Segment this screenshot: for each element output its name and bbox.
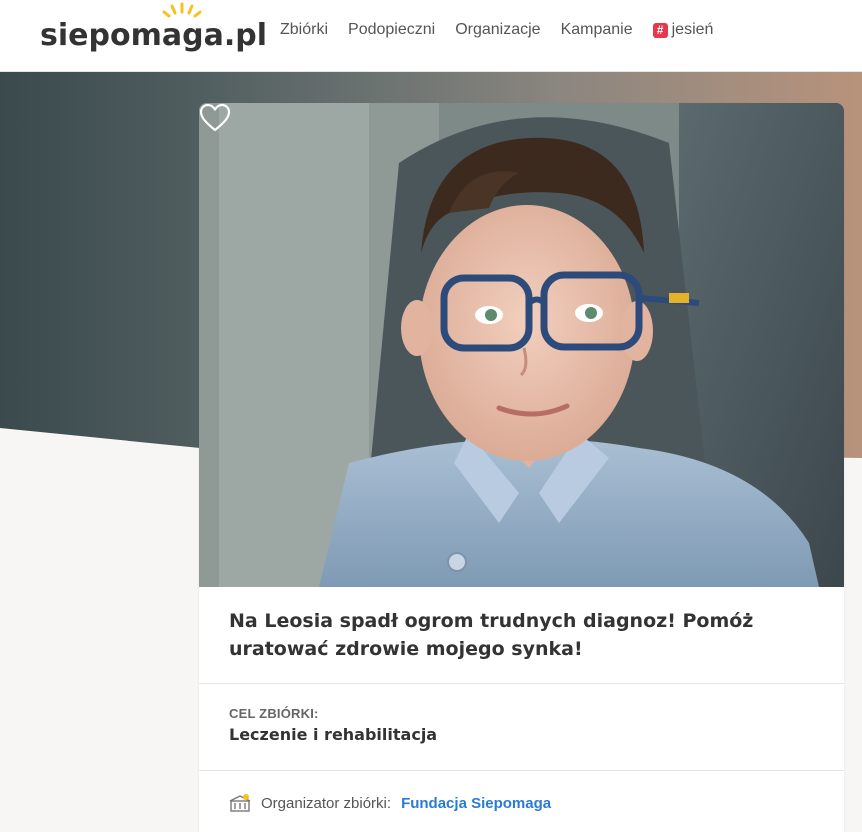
favorite-heart-icon[interactable]: [199, 103, 231, 133]
nav-item-kampanie[interactable]: Kampanie: [561, 18, 633, 42]
nav-item-zbiorki[interactable]: Zbiórki: [280, 18, 328, 42]
logo-text: siepomaga.pl: [40, 18, 267, 53]
nav-item-organizacje[interactable]: Organizacje: [455, 18, 540, 42]
site-header: siepomaga.pl Zbiórki Podopieczni Organiz…: [0, 0, 862, 72]
fundraiser-goal: CEL ZBIÓRKI: Leczenie i rehabilitacja: [199, 684, 844, 771]
hash-icon: #: [652, 22, 668, 38]
site-logo[interactable]: siepomaga.pl: [40, 2, 267, 52]
goal-label: CEL ZBIÓRKI:: [229, 706, 319, 721]
goal-value: Leczenie i rehabilitacja: [229, 725, 438, 744]
organizer-link[interactable]: Fundacja Siepomaga: [401, 795, 551, 812]
nav-item-campaign-tag[interactable]: # jesień: [652, 18, 714, 42]
fundraiser-card: Na Leosia spadł ogrom trudnych diagnoz! …: [199, 103, 844, 832]
organizer-row: Organizator zbiórki: Fundacja Siepomaga: [199, 771, 844, 832]
campaign-tag-label: jesień: [671, 21, 714, 38]
child-photo-illustration: [199, 103, 844, 587]
fundraiser-photo: [199, 103, 844, 587]
fundraiser-title: Na Leosia spadł ogrom trudnych diagnoz! …: [199, 587, 844, 684]
foundation-building-icon: [229, 794, 251, 812]
organizer-label: Organizator zbiórki:: [261, 794, 392, 812]
nav-item-podopieczni[interactable]: Podopieczni: [348, 18, 435, 42]
main-nav: Zbiórki Podopieczni Organizacje Kampanie…: [280, 18, 713, 42]
